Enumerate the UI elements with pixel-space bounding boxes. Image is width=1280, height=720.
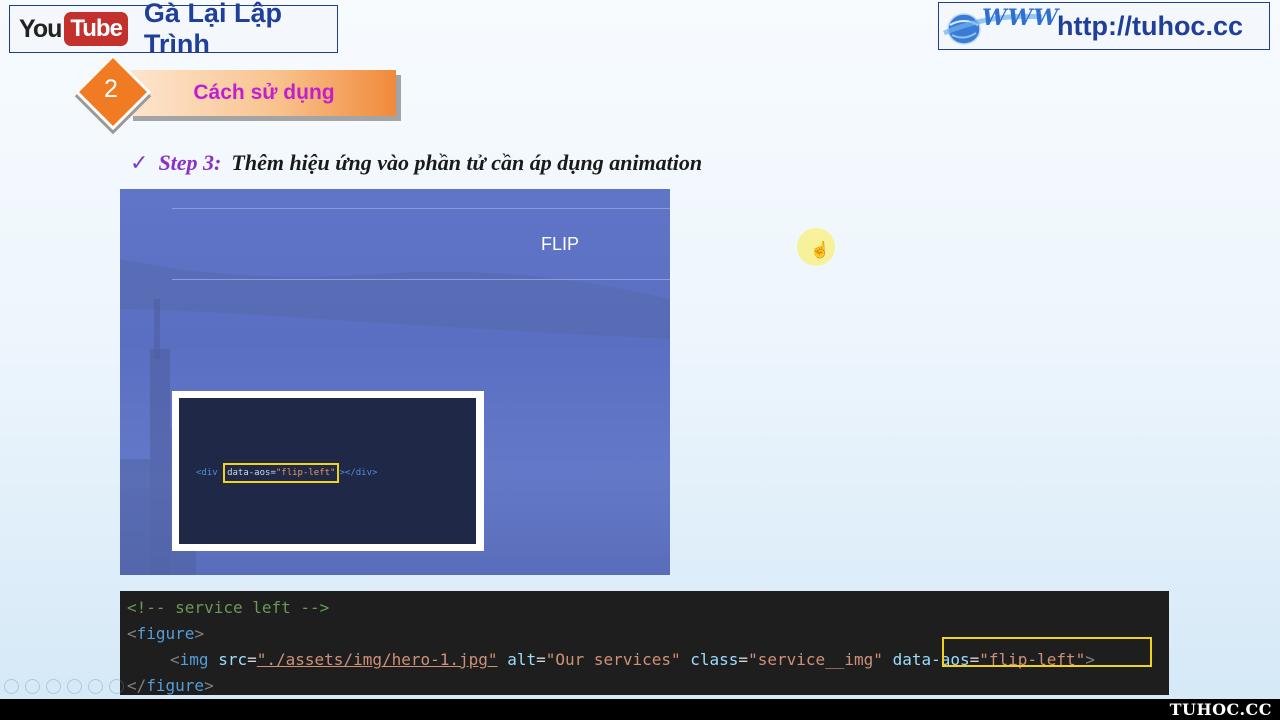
channel-header: You Tube Gà Lại Lập Trình	[9, 0, 338, 59]
card-code-value: "flip-left"	[275, 468, 336, 478]
code-attr: alt	[507, 650, 537, 669]
bottom-bar: TUHOC.CC	[0, 699, 1280, 720]
code-highlight-box	[942, 637, 1152, 667]
flip-card: <div data-aos="flip-left" ></div>	[172, 391, 484, 551]
youtube-logo-you: You	[19, 14, 62, 43]
prev-icon[interactable]	[4, 679, 19, 694]
code-string: "Our services"	[545, 650, 681, 669]
code-comment: <!-- service left -->	[127, 598, 330, 617]
divider-bottom	[172, 279, 670, 280]
globe-www-icon: WWW	[942, 3, 1058, 49]
code-editor: <!-- service left --> <figure> <img src=…	[120, 591, 1169, 695]
card-code-close: ></div>	[339, 468, 378, 478]
demo-preview: FLIP <div data-aos="flip-left" ></div>	[120, 189, 670, 575]
demo-title: FLIP	[541, 234, 580, 254]
code-tagname: figure	[146, 676, 205, 695]
www-label: WWW	[982, 5, 1060, 31]
player-controls[interactable]	[4, 679, 124, 694]
zoom-icon[interactable]	[88, 679, 103, 694]
code-punct: >	[194, 624, 205, 643]
youtube-logo: You Tube	[19, 12, 128, 46]
website-header: WWW http://tuhoc.cc	[938, 2, 1270, 50]
code-line-2: <figure>	[127, 624, 204, 643]
youtube-logo-tube: Tube	[64, 12, 128, 46]
code-punct: <	[127, 624, 137, 643]
divider-top	[172, 208, 670, 209]
flip-card-content: <div data-aos="flip-left" ></div>	[179, 398, 476, 544]
card-code-snippet: <div data-aos="flip-left" ></div>	[196, 463, 378, 483]
channel-name: Gà Lại Lập Trình	[143, 0, 282, 59]
code-line-4: </figure>	[127, 676, 214, 695]
next-icon[interactable]	[25, 679, 40, 694]
code-punct: </	[127, 676, 147, 695]
code-tagname: figure	[136, 624, 195, 643]
step-label: Step 3:	[158, 150, 222, 175]
card-code-highlight: data-aos="flip-left"	[223, 463, 340, 483]
pen-icon[interactable]	[46, 679, 61, 694]
code-punct: >	[204, 676, 214, 695]
code-tagname: img	[179, 650, 209, 669]
code-line-1: <!-- service left -->	[127, 598, 329, 617]
code-string: "./assets/img/hero-1.jpg"	[256, 650, 498, 669]
hand-cursor-icon: ☝	[810, 242, 830, 259]
code-attr: class	[690, 650, 739, 669]
code-attr: src	[218, 650, 248, 669]
checkmark-icon: ✓	[130, 150, 149, 175]
section-number: 2	[104, 75, 118, 103]
website-url: http://tuhoc.cc	[1057, 10, 1243, 41]
code-string: "service__img"	[748, 650, 883, 669]
step-heading: ✓ Step 3: Thêm hiệu ứng vào phần tử cần áp…	[130, 150, 702, 176]
card-code-open: <div	[196, 468, 224, 478]
code-punct: <	[170, 650, 180, 669]
section-title: Cách sử dụng	[193, 81, 335, 104]
section-banner: Cách sử dụng	[128, 70, 396, 116]
card-code-attr: data-aos=	[227, 468, 276, 478]
watermark: TUHOC.CC	[1169, 700, 1272, 719]
more-icon[interactable]	[109, 679, 124, 694]
slides-icon[interactable]	[67, 679, 82, 694]
step-description: Thêm hiệu ứng vào phần tử cần áp dụng an…	[231, 150, 703, 175]
section-number-badge: 2	[74, 53, 152, 131]
